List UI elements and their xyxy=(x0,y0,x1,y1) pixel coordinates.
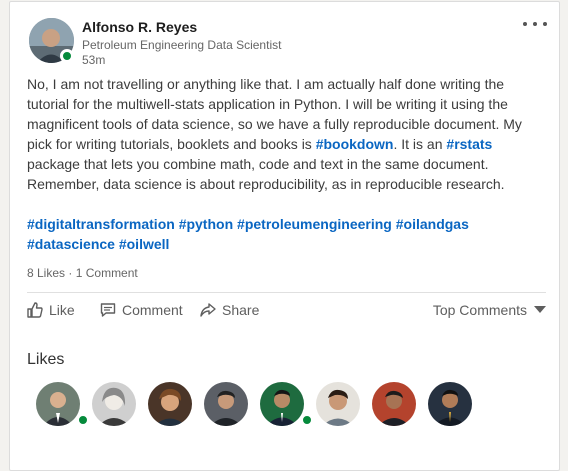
hashtag-link[interactable]: #oilwell xyxy=(119,236,170,252)
hashtag-link-bookdown[interactable]: #bookdown xyxy=(316,136,394,152)
author-headline: Petroleum Engineering Data Scientist xyxy=(82,38,282,52)
likes-heading: Likes xyxy=(27,351,65,368)
liker-avatar[interactable] xyxy=(260,382,304,426)
author-name[interactable]: Alfonso R. Reyes xyxy=(82,19,197,35)
like-button[interactable]: Like xyxy=(27,302,75,318)
liker-avatar[interactable] xyxy=(428,382,472,426)
share-label: Share xyxy=(222,302,260,318)
liker-avatar[interactable] xyxy=(372,382,416,426)
share-button[interactable]: Share xyxy=(200,302,259,318)
liker-avatar[interactable] xyxy=(148,382,192,426)
post-text-part: package that lets you combine math, code… xyxy=(27,156,505,192)
thumbs-up-icon xyxy=(27,302,43,318)
hashtag-link[interactable]: #digitaltransformation xyxy=(27,216,175,232)
comment-button[interactable]: Comment xyxy=(100,302,183,318)
hashtag-link[interactable]: #python xyxy=(179,216,233,232)
action-bar: Like Comment Share Top Comments xyxy=(27,302,546,326)
hashtag-link[interactable]: #oilandgas xyxy=(396,216,469,232)
top-comments-dropdown[interactable]: Top Comments xyxy=(433,302,546,318)
liker-avatar[interactable] xyxy=(92,382,136,426)
social-counts: 8 Likes · 1 Comment xyxy=(27,266,138,280)
comments-count[interactable]: 1 Comment xyxy=(76,266,138,280)
liker-avatar[interactable] xyxy=(36,382,80,426)
hashtag-list: #digitaltransformation #python #petroleu… xyxy=(27,214,552,254)
likers-list xyxy=(36,382,556,428)
divider xyxy=(27,292,546,293)
comment-icon xyxy=(100,303,116,317)
post-body: No, I am not travelling or anything like… xyxy=(27,74,547,194)
caret-down-icon xyxy=(534,306,546,313)
post-timestamp: 53m xyxy=(82,53,106,67)
liker-avatar[interactable] xyxy=(316,382,360,426)
hashtag-link-rstats[interactable]: #rstats xyxy=(446,136,492,152)
like-label: Like xyxy=(49,302,75,318)
top-comments-label: Top Comments xyxy=(432,302,527,318)
more-options-icon[interactable] xyxy=(523,16,547,32)
likes-count[interactable]: 8 Likes xyxy=(27,266,65,280)
online-status-indicator xyxy=(60,49,74,63)
post-text-part: . It is an xyxy=(393,136,447,152)
comment-label: Comment xyxy=(122,302,183,318)
online-status-indicator xyxy=(300,413,314,427)
separator-dot: · xyxy=(68,266,73,280)
post-card: Alfonso R. Reyes Petroleum Engineering D… xyxy=(9,1,560,471)
hashtag-link[interactable]: #datascience xyxy=(27,236,115,252)
share-arrow-icon xyxy=(200,303,216,317)
liker-avatar[interactable] xyxy=(204,382,248,426)
online-status-indicator xyxy=(76,413,90,427)
hashtag-link[interactable]: #petroleumengineering xyxy=(237,216,392,232)
